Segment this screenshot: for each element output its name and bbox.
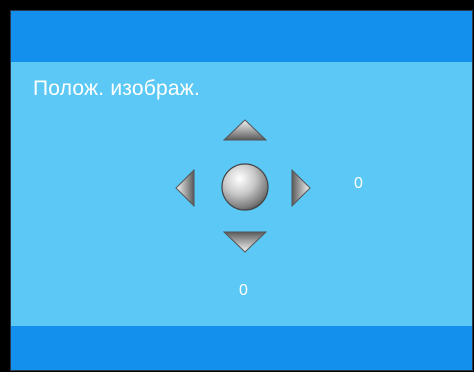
bottom-bar	[11, 326, 472, 370]
top-bar	[11, 11, 472, 62]
page-title: Полож. изображ.	[33, 77, 201, 100]
arrow-left-icon[interactable]	[175, 169, 195, 207]
arrow-down-icon[interactable]	[223, 231, 267, 253]
arrow-up-icon[interactable]	[223, 119, 267, 141]
horizontal-position-value: 0	[354, 175, 363, 192]
center-knob-icon[interactable]	[220, 162, 270, 212]
arrow-right-icon[interactable]	[291, 169, 311, 207]
osd-panel: Полож. изображ. 0 0	[10, 10, 473, 371]
vertical-position-value: 0	[239, 282, 248, 299]
